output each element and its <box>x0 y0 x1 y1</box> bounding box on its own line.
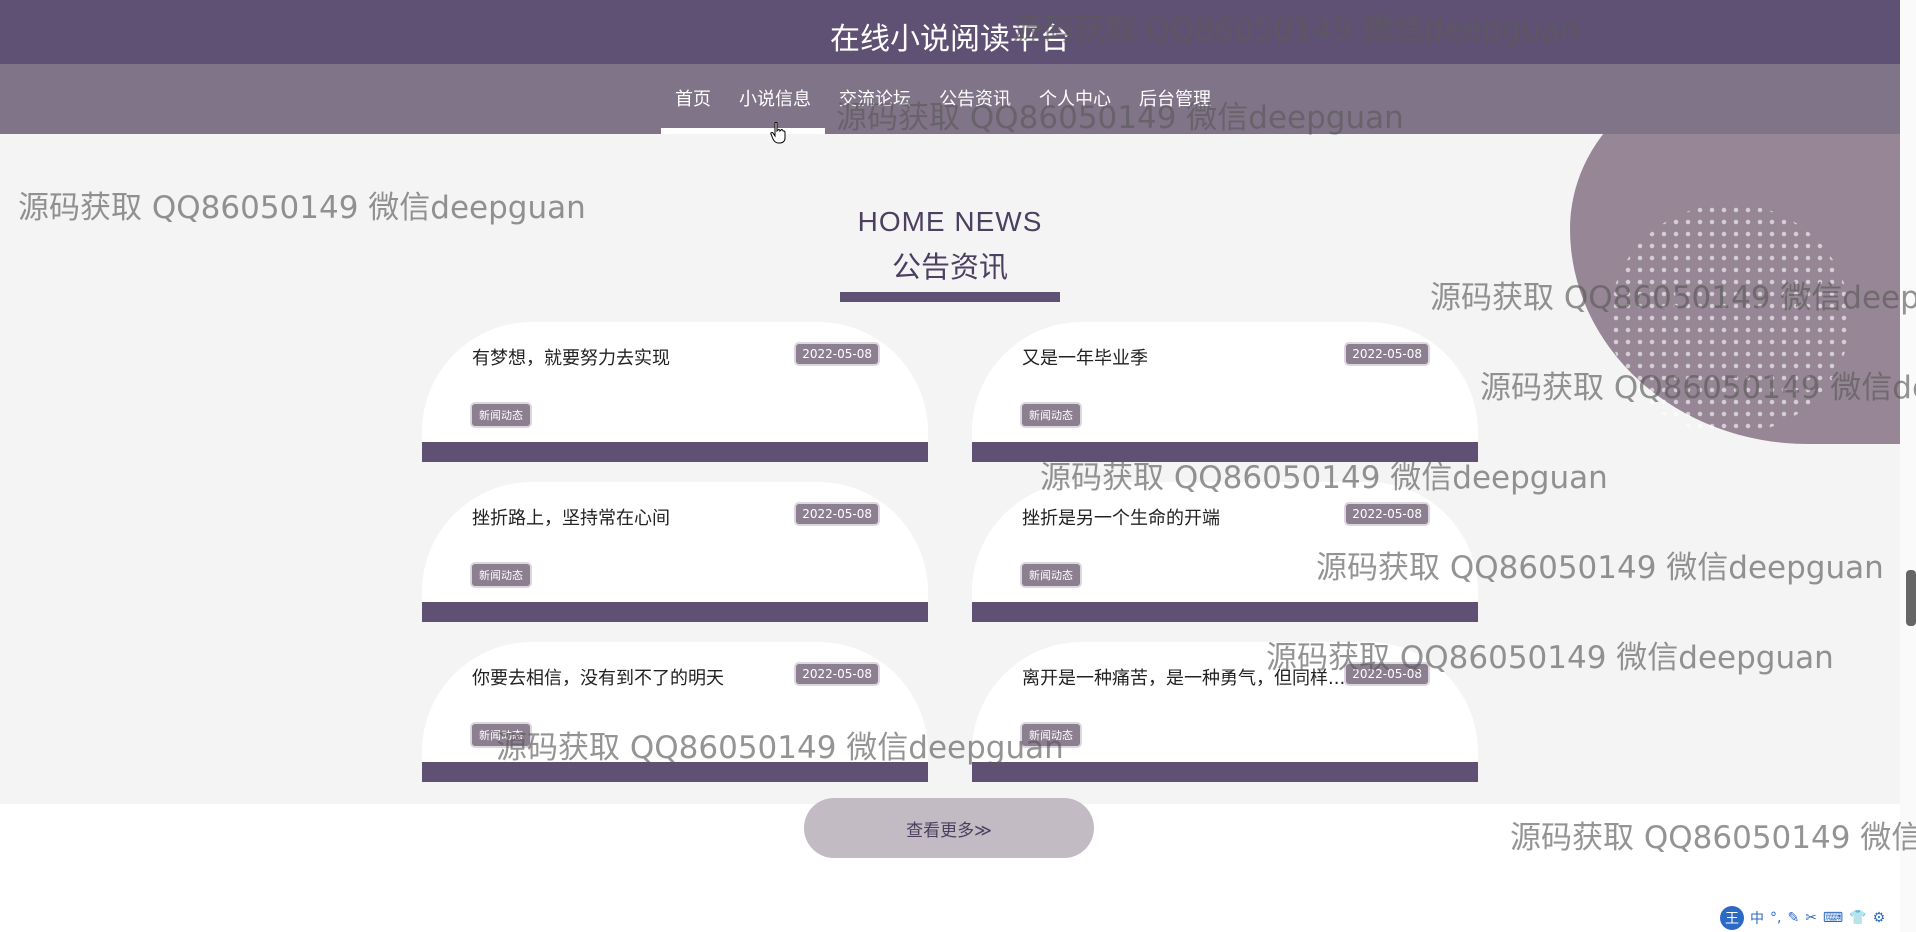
card-bottom-bar <box>972 442 1478 462</box>
section-title-en: HOME NEWS <box>857 206 1043 237</box>
card-bottom-bar <box>972 602 1478 622</box>
scrollbar-thumb[interactable] <box>1906 570 1916 626</box>
section-title-cn: 公告资讯 <box>891 250 1008 284</box>
news-category-tag: 新闻动态 <box>472 564 530 586</box>
ime-toolbar[interactable]: 王 中 °, ✎ ✂ ⌨ 👕 ⚙ <box>1720 906 1885 930</box>
ime-keyboard-icon[interactable]: ⌨ <box>1823 910 1843 926</box>
news-title[interactable]: 有梦想，就要努力去实现 <box>472 344 670 370</box>
news-date: 2022-05-08 <box>796 344 878 364</box>
card-bottom-bar <box>422 602 928 622</box>
card-bottom-bar <box>422 442 928 462</box>
news-card[interactable]: 有梦想，就要努力去实现 2022-05-08 新闻动态 <box>422 322 928 462</box>
ime-pen-icon[interactable]: ✎ <box>1787 910 1799 926</box>
news-title[interactable]: 又是一年毕业季 <box>1022 344 1148 370</box>
scrollbar-track[interactable] <box>1900 0 1916 932</box>
news-title[interactable]: 你要去相信，没有到不了的明天 <box>472 664 724 690</box>
site-title: 在线小说阅读平台 <box>830 22 1070 57</box>
news-title[interactable]: 挫折是另一个生命的开端 <box>1022 504 1220 530</box>
section-heading: HOME NEWS 公告资讯 <box>0 206 1900 286</box>
ime-shirt-icon[interactable]: 👕 <box>1849 910 1866 926</box>
news-date: 2022-05-08 <box>796 664 878 684</box>
news-date: 2022-05-08 <box>1346 344 1428 364</box>
news-category-tag: 新闻动态 <box>472 404 530 426</box>
news-date: 2022-05-08 <box>1346 504 1428 524</box>
news-title[interactable]: 离开是一种痛苦，是一种勇气，但同样... <box>1022 664 1345 690</box>
card-bottom-bar <box>422 762 928 782</box>
view-more-button[interactable]: 查看更多≫ <box>804 798 1094 858</box>
news-card[interactable]: 挫折路上，坚持常在心间 2022-05-08 新闻动态 <box>422 482 928 622</box>
section-underline <box>840 292 1060 302</box>
site-header: 在线小说阅读平台 <box>0 0 1900 64</box>
news-title[interactable]: 挫折路上，坚持常在心间 <box>472 504 670 530</box>
news-category-tag: 新闻动态 <box>1022 724 1080 746</box>
ime-language-toggle[interactable]: 中 <box>1750 908 1764 928</box>
news-category-tag: 新闻动态 <box>1022 564 1080 586</box>
main-nav: 首页 小说信息 交流论坛 公告资讯 个人中心 后台管理 <box>0 64 1900 134</box>
nav-item-admin[interactable]: 后台管理 <box>1125 64 1225 134</box>
card-bottom-bar <box>972 762 1478 782</box>
nav-item-home[interactable]: 首页 <box>661 64 725 134</box>
news-category-tag: 新闻动态 <box>1022 404 1080 426</box>
news-date: 2022-05-08 <box>1346 664 1428 684</box>
news-category-tag: 新闻动态 <box>472 724 530 746</box>
nav-item-announcements[interactable]: 公告资讯 <box>925 64 1025 134</box>
ime-logo-icon[interactable]: 王 <box>1720 906 1744 930</box>
mouse-cursor-icon <box>770 122 786 144</box>
ime-scissors-icon[interactable]: ✂ <box>1805 910 1817 926</box>
ime-punctuation-icon[interactable]: °, <box>1770 910 1781 926</box>
news-date: 2022-05-08 <box>796 504 878 524</box>
news-card[interactable]: 离开是一种痛苦，是一种勇气，但同样... 2022-05-08 新闻动态 <box>972 642 1478 782</box>
news-card[interactable]: 挫折是另一个生命的开端 2022-05-08 新闻动态 <box>972 482 1478 622</box>
news-card[interactable]: 又是一年毕业季 2022-05-08 新闻动态 <box>972 322 1478 462</box>
ime-gear-icon[interactable]: ⚙ <box>1873 910 1886 926</box>
news-card[interactable]: 你要去相信，没有到不了的明天 2022-05-08 新闻动态 <box>422 642 928 782</box>
nav-item-forum[interactable]: 交流论坛 <box>825 64 925 134</box>
nav-item-personal-center[interactable]: 个人中心 <box>1025 64 1125 134</box>
